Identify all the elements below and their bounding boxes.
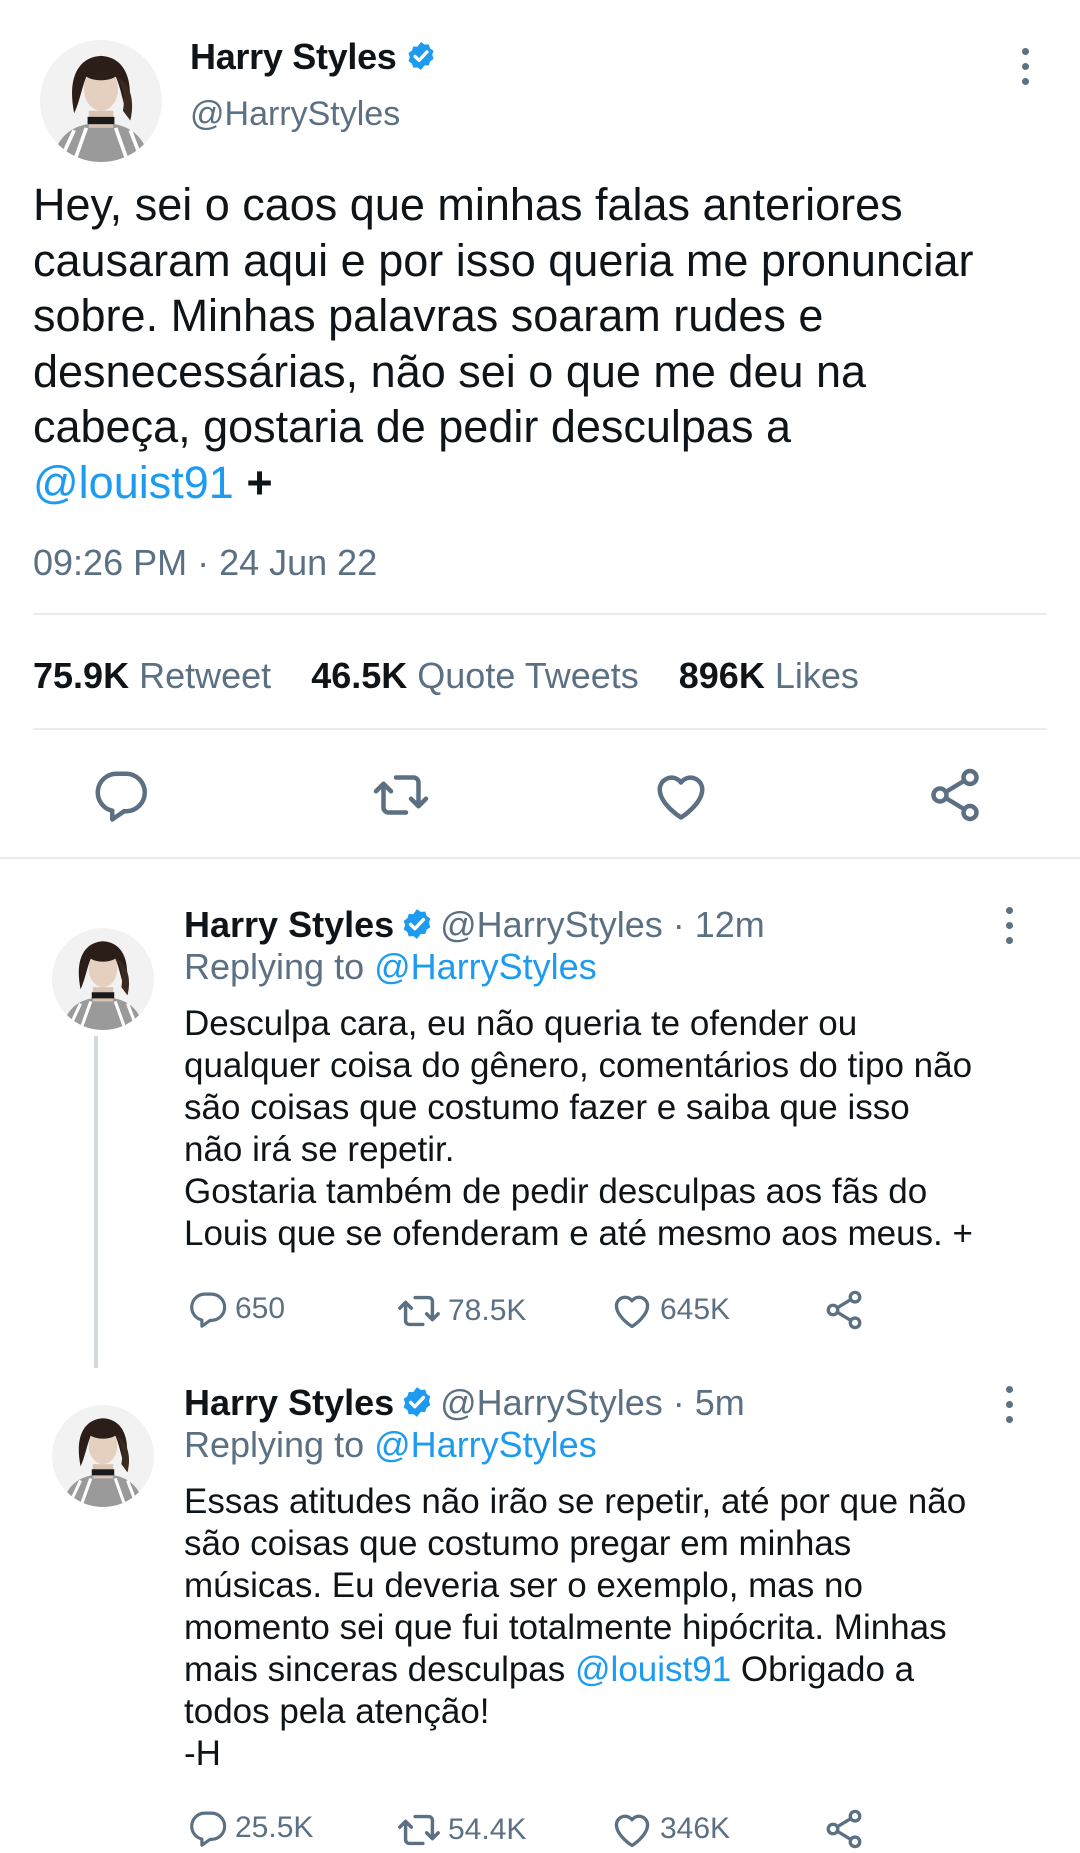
likes-label: Likes: [774, 655, 859, 696]
replying-to-link[interactable]: @HarryStyles: [374, 1424, 597, 1465]
reply-count: 650: [235, 1292, 286, 1325]
retweet-action[interactable]: 78.5K: [396, 1288, 526, 1334]
more-options-icon[interactable]: [1003, 907, 1015, 944]
reply-header: Harry Styles @HarryStyles · 12m: [184, 904, 765, 946]
tweet-text: Essas atitudes não irão se repetir, até …: [184, 1481, 1044, 1775]
tweet-text-line: Hey, sei o caos que minhas falas anterio…: [33, 179, 903, 230]
retweet-icon[interactable]: [371, 765, 431, 825]
avatar-image: [52, 1405, 154, 1507]
retweet-label: Retweet: [139, 655, 272, 696]
retweet-count: 54.4K: [448, 1813, 527, 1846]
tweet-text-line: cabeça, gostaria de pedir desculpas a: [33, 401, 791, 452]
quote-count: 46.5K: [311, 655, 408, 696]
tweet-text-line: sobre. Minhas palavras soaram rudes e: [33, 290, 824, 341]
text-segment: Obrigado a: [740, 1650, 915, 1689]
tweet-text-line: qualquer coisa do gênero, comentários do…: [184, 1046, 973, 1085]
tweet-text-line: músicas. Eu deveria ser o exemplo, mas n…: [184, 1566, 863, 1605]
replying-to: Replying to @HarryStyles: [184, 946, 597, 988]
divider: [33, 728, 1047, 730]
quote-label: Quote Tweets: [417, 655, 639, 696]
replying-to: Replying to @HarryStyles: [184, 1424, 597, 1466]
like-icon: [610, 1807, 654, 1851]
tweet-text: Hey, sei o caos que minhas falas anterio…: [33, 177, 1063, 510]
tweet-text-line: Louis que se ofenderam e até mesmo aos m…: [184, 1214, 973, 1253]
like-icon: [610, 1288, 654, 1332]
more-options-icon[interactable]: [1019, 48, 1031, 85]
tweet-text-line: não irá se repetir.: [184, 1130, 455, 1169]
share-action[interactable]: [822, 1288, 866, 1332]
retweet-action[interactable]: 54.4K: [396, 1807, 526, 1853]
avatar-image: [52, 928, 154, 1030]
reply-icon: [187, 1807, 229, 1849]
avatar[interactable]: [52, 928, 154, 1030]
tweet-text-line: causaram aqui e por isso queria me pronu…: [33, 234, 974, 286]
avatar[interactable]: [40, 40, 162, 162]
quote-stat[interactable]: 46.5K Quote Tweets: [311, 655, 639, 696]
tweet-timestamp[interactable]: 09:26 PM · 24 Jun 22: [33, 542, 377, 584]
tweet-text-line: Gostaria também de pedir desculpas aos f…: [184, 1172, 928, 1211]
verified-badge-icon: [405, 40, 437, 72]
reply-count: 25.5K: [235, 1811, 314, 1844]
avatar[interactable]: [52, 1405, 154, 1507]
author-handle[interactable]: @HarryStyles: [440, 1382, 663, 1423]
tweet-text-line: momento sei que fui totalmente hipócrita…: [184, 1608, 947, 1647]
replying-label: Replying to: [184, 1424, 365, 1465]
retweet-stat[interactable]: 75.9K Retweet: [33, 655, 271, 696]
mention-link[interactable]: @louist91: [575, 1650, 731, 1689]
like-action[interactable]: 346K: [610, 1807, 730, 1851]
divider: [33, 613, 1047, 615]
avatar-image: [40, 40, 162, 162]
tweet-text-line: Desculpa cara, eu não queria te ofender …: [184, 1004, 858, 1043]
tweet-text-line: são coisas que costumo pregar em minhas: [184, 1524, 852, 1563]
like-action[interactable]: 645K: [610, 1288, 730, 1332]
divider: [0, 857, 1080, 859]
likes-count: 896K: [678, 655, 765, 696]
tweet-text-line: são coisas que costumo fazer e saiba que…: [184, 1088, 910, 1127]
author-handle[interactable]: @HarryStyles: [440, 904, 663, 945]
reply-action[interactable]: 650: [187, 1288, 285, 1330]
like-icon[interactable]: [651, 765, 711, 825]
replying-label: Replying to: [184, 946, 365, 987]
signature: -H: [184, 1734, 221, 1773]
share-icon: [822, 1807, 866, 1851]
like-count: 346K: [660, 1812, 731, 1845]
tweet-age[interactable]: · 5m: [673, 1382, 745, 1423]
author-name[interactable]: Harry Styles: [190, 36, 437, 78]
share-icon: [822, 1288, 866, 1332]
likes-stat[interactable]: 896K Likes: [679, 655, 859, 696]
author-name[interactable]: Harry Styles: [184, 1382, 394, 1423]
verified-badge-icon: [400, 1385, 434, 1419]
like-count: 645K: [660, 1293, 731, 1326]
retweet-icon: [396, 1807, 442, 1853]
text-segment: mais sinceras desculpas: [184, 1650, 566, 1689]
mention-link[interactable]: @louist91: [33, 457, 234, 508]
author-handle[interactable]: @HarryStyles: [190, 95, 400, 134]
tweet-text-line: @louist91 +: [33, 455, 1063, 511]
tweet-stats: 75.9K Retweet 46.5K Quote Tweets 896K Li…: [33, 655, 889, 697]
reply-icon[interactable]: [91, 765, 151, 825]
reply-header: Harry Styles @HarryStyles · 5m: [184, 1382, 745, 1424]
tweet-text-line: desnecessárias, não sei o que me deu na: [33, 345, 867, 397]
replying-to-link[interactable]: @HarryStyles: [374, 946, 597, 987]
more-options-icon[interactable]: [1003, 1386, 1015, 1423]
author-name[interactable]: Harry Styles: [184, 904, 394, 945]
reply-action[interactable]: 25.5K: [187, 1807, 313, 1849]
continuation-mark: +: [246, 456, 273, 508]
tweet-text-line: todos pela atenção!: [184, 1692, 490, 1731]
tweet-text-line: Essas atitudes não irão se repetir, até …: [184, 1482, 967, 1521]
retweet-count: 78.5K: [448, 1294, 527, 1327]
retweet-icon: [396, 1288, 442, 1334]
retweet-count: 75.9K: [33, 655, 130, 696]
verified-badge-icon: [400, 907, 434, 941]
tweet-age[interactable]: · 12m: [673, 904, 765, 945]
share-action[interactable]: [822, 1807, 866, 1851]
thread-connector-line: [94, 1036, 98, 1368]
reply-icon: [187, 1288, 229, 1330]
author-name-text[interactable]: Harry Styles: [190, 36, 397, 77]
tweet-text: Desculpa cara, eu não queria te ofender …: [184, 1003, 1044, 1255]
tweet-text-line: mais sinceras desculpas @louist91 Obriga…: [184, 1649, 1044, 1691]
share-icon[interactable]: [925, 765, 985, 825]
